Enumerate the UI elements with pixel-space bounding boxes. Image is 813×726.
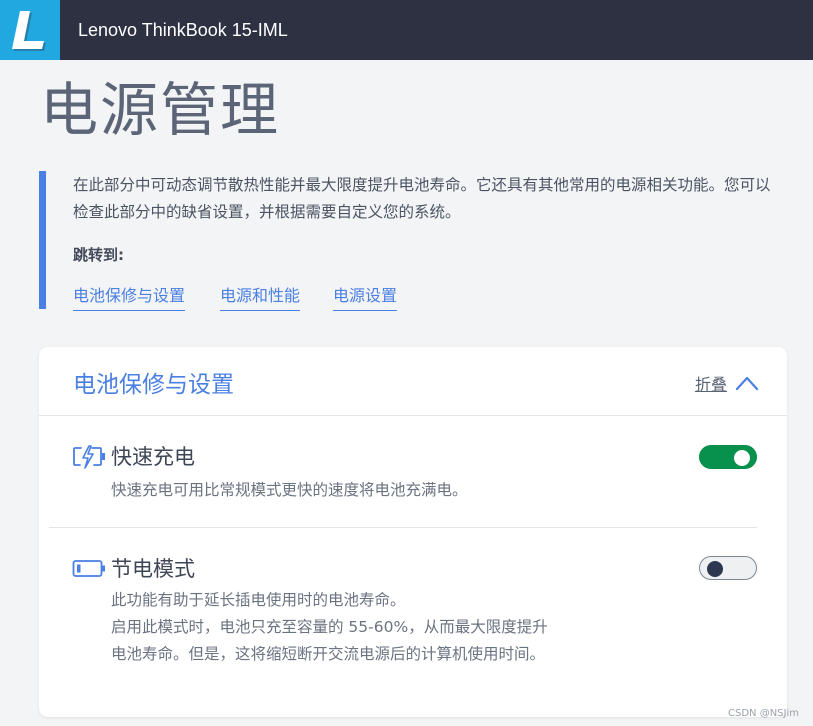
page-title: 电源管理: [40, 76, 281, 144]
jump-link-battery[interactable]: 电池保修与设置: [73, 282, 186, 311]
card-header-divider: [39, 415, 787, 416]
conservation-mode-toggle[interactable]: [699, 556, 757, 580]
app-header: Lenovo ThinkBook 15-IML: [0, 0, 813, 60]
jump-link-power-settings[interactable]: 电源设置: [333, 282, 398, 311]
lenovo-logo: [0, 0, 60, 60]
toggle-knob: [707, 561, 723, 577]
fast-charge-battery-icon: [73, 445, 105, 469]
toggle-knob: [734, 450, 750, 466]
intro-text: 在此部分中可动态调节散热性能并最大限度提升电池寿命。它还具有其他常用的电源相关功…: [73, 176, 771, 221]
chevron-up-icon: [735, 376, 759, 391]
collapse-button[interactable]: 折叠: [695, 369, 759, 397]
description-line: 启用此模式时，电池只充至容量的 55-60%，从而最大限度提升: [111, 618, 548, 636]
conservation-mode-title: 节电模式: [111, 557, 195, 581]
fast-charge-toggle[interactable]: [699, 445, 757, 469]
jump-to-label: 跳转到:: [73, 246, 124, 264]
description-line: 此功能有助于延长插电使用时的电池寿命。: [111, 591, 406, 609]
jump-link-power-performance[interactable]: 电源和性能: [220, 282, 301, 311]
card-title: 电池保修与设置: [73, 372, 234, 398]
intro-accent-bar: [39, 171, 46, 309]
row-divider: [49, 527, 757, 528]
fast-charge-title: 快速充电: [111, 445, 195, 469]
conservation-battery-icon: [72, 560, 105, 577]
model-name: Lenovo ThinkBook 15-IML: [78, 20, 288, 40]
collapse-label: 折叠: [694, 375, 727, 394]
battery-settings-card: 电池保修与设置 折叠 快速充电 快速充电可用比常规模式更快的速度将电池充满电。 …: [39, 347, 787, 717]
description-line: 电池寿命。但是，这将缩短断开交流电源后的计算机使用时间。: [111, 645, 546, 663]
fast-charge-description: 快速充电可用比常规模式更快的速度将电池充满电。: [111, 481, 468, 499]
watermark: CSDN @NSJim: [728, 708, 799, 719]
conservation-mode-description: 此功能有助于延长插电使用时的电池寿命。 启用此模式时，电池只充至容量的 55-6…: [111, 587, 548, 668]
